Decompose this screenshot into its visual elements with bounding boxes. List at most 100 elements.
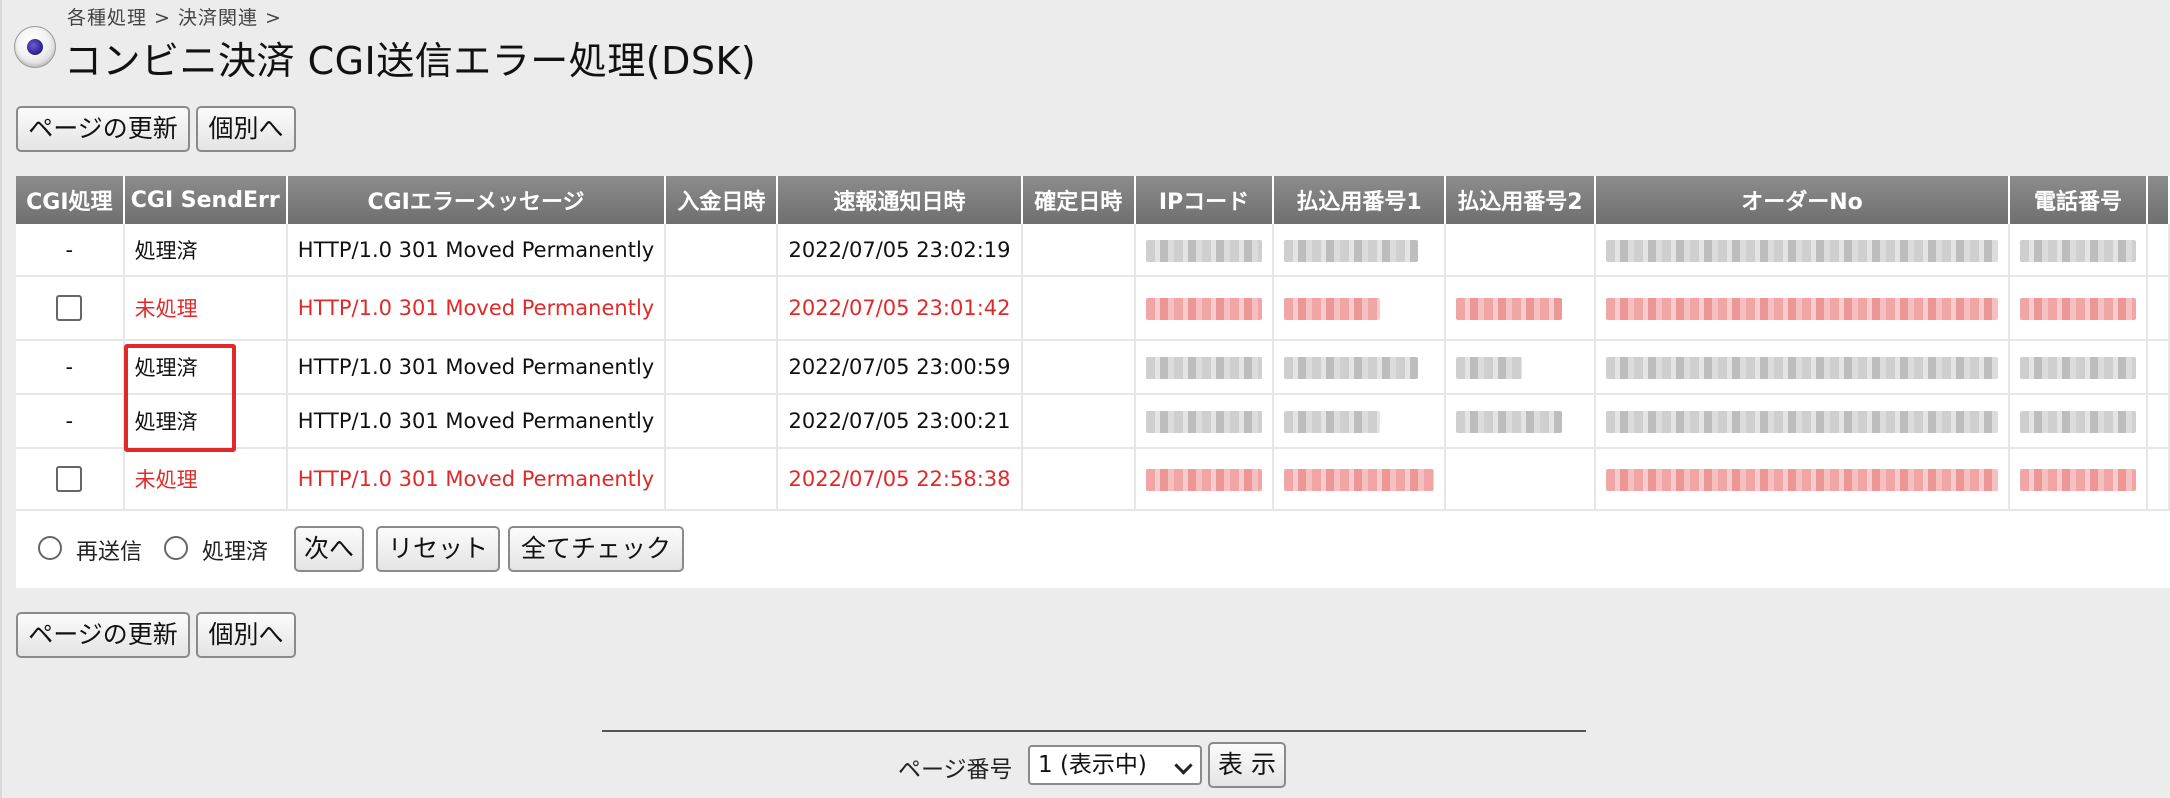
row-action: - [16, 394, 125, 449]
redacted-value [1283, 298, 1380, 320]
redacted-value [2019, 357, 2136, 379]
row-order-no [1594, 394, 2010, 449]
row-truncated [2146, 394, 2170, 449]
col-header-payment-number-1: 払込用番号1 [1272, 176, 1446, 224]
next-button[interactable]: 次へ [294, 526, 364, 572]
resend-radio[interactable] [38, 536, 62, 560]
redacted-value [1605, 469, 1998, 491]
row-confirm-date [1021, 340, 1136, 395]
redacted-value [2019, 239, 2136, 262]
row-truncated [2146, 276, 2170, 341]
table-header-row: CGI処理 CGI SendErr CGIエラーメッセージ 入金日時 速報通知日… [16, 176, 2170, 224]
row-message: HTTP/1.0 301 Moved Permanently [286, 340, 667, 395]
redacted-value [1605, 357, 1998, 379]
page-title: コンビニ決済 CGI送信エラー処理(DSK) [64, 39, 757, 83]
redacted-value [1283, 239, 1418, 262]
col-header-order-no: オーダーNo [1594, 176, 2010, 224]
row-phone [2008, 276, 2148, 341]
redacted-value [2019, 298, 2136, 320]
table-row: - 処理済 HTTP/1.0 301 Moved Permanently 202… [16, 340, 2170, 395]
table-row: 未処理 HTTP/1.0 301 Moved Permanently 2022/… [16, 448, 2170, 511]
error-table-panel: CGI処理 CGI SendErr CGIエラーメッセージ 入金日時 速報通知日… [16, 176, 2170, 588]
col-header-payment-date: 入金日時 [665, 176, 779, 224]
row-select-checkbox[interactable] [56, 466, 83, 492]
row-order-no [1594, 448, 2010, 511]
refresh-page-button-bottom[interactable]: ページの更新 [16, 612, 190, 658]
refresh-page-button[interactable]: ページの更新 [16, 106, 190, 152]
row-order-no [1594, 276, 2010, 341]
row-payment-date [665, 340, 779, 395]
row-notify-date: 2022/07/05 22:58:38 [777, 448, 1023, 511]
row-confirm-date [1021, 276, 1136, 341]
chevron-down-icon [1174, 756, 1193, 775]
title-bullet-icon [14, 26, 56, 68]
row-notify-date: 2022/07/05 23:00:21 [777, 394, 1023, 449]
row-notify-date: 2022/07/05 23:01:42 [777, 276, 1023, 341]
col-header-ip-code: IPコード [1134, 176, 1274, 224]
row-status: 未処理 [123, 448, 288, 511]
row-payment-number-1 [1272, 224, 1446, 277]
page-number-selected: 1 (表示中) [1038, 752, 1147, 778]
redacted-value [1455, 298, 1562, 320]
row-action [16, 448, 125, 511]
row-payment-number-2 [1444, 448, 1596, 511]
individual-button[interactable]: 個別へ [196, 106, 296, 152]
col-header-cgi-senderr: CGI SendErr [123, 176, 288, 224]
row-message: HTTP/1.0 301 Moved Permanently [286, 394, 667, 449]
frame-border [0, 0, 2, 798]
row-message: HTTP/1.0 301 Moved Permanently [286, 448, 667, 511]
pager-label: ページ番号 [898, 757, 1013, 783]
processed-radio[interactable] [164, 536, 188, 560]
table-row: 未処理 HTTP/1.0 301 Moved Permanently 2022/… [16, 276, 2170, 341]
redacted-value [1145, 469, 1262, 491]
col-header-phone: 電話番号 [2008, 176, 2148, 224]
check-all-button[interactable]: 全てチェック [508, 526, 684, 572]
redacted-value [1145, 298, 1262, 320]
row-ip-code [1134, 276, 1274, 341]
row-confirm-date [1021, 448, 1136, 511]
col-header-notify-date: 速報通知日時 [777, 176, 1023, 224]
reset-button[interactable]: リセット [376, 526, 500, 572]
row-payment-number-1 [1272, 276, 1446, 341]
redacted-value [1605, 239, 1998, 262]
highlight-annotation [124, 344, 236, 452]
row-notify-date: 2022/07/05 23:00:59 [777, 340, 1023, 395]
col-header-cgi-message: CGIエラーメッセージ [286, 176, 667, 224]
show-button[interactable]: 表 示 [1208, 742, 1286, 788]
redacted-value [1455, 411, 1562, 433]
row-truncated [2146, 448, 2170, 511]
table-row: - 処理済 HTTP/1.0 301 Moved Permanently 202… [16, 394, 2170, 449]
row-order-no [1594, 224, 2010, 277]
page-number-select[interactable]: 1 (表示中) [1028, 745, 1202, 785]
redacted-value [1145, 411, 1262, 433]
row-payment-date [665, 224, 779, 277]
row-confirm-date [1021, 394, 1136, 449]
redacted-value [2019, 411, 2136, 433]
redacted-value [1283, 357, 1418, 379]
row-ip-code [1134, 448, 1274, 511]
row-payment-number-2 [1444, 340, 1596, 395]
row-phone [2008, 340, 2148, 395]
row-select-checkbox[interactable] [56, 295, 83, 321]
row-action: - [16, 340, 125, 395]
breadcrumb: 各種処理 > 決済関連 > [67, 7, 282, 29]
table-row: - 処理済 HTTP/1.0 301 Moved Permanently 202… [16, 224, 2170, 277]
redacted-value [1283, 469, 1434, 491]
redacted-value [1605, 298, 1998, 320]
row-message: HTTP/1.0 301 Moved Permanently [286, 276, 667, 341]
row-confirm-date [1021, 224, 1136, 277]
individual-button-bottom[interactable]: 個別へ [196, 612, 296, 658]
error-table: CGI処理 CGI SendErr CGIエラーメッセージ 入金日時 速報通知日… [16, 176, 2170, 511]
redacted-value [1455, 357, 1522, 379]
row-payment-number-1 [1272, 448, 1446, 511]
row-phone [2008, 224, 2148, 277]
row-message: HTTP/1.0 301 Moved Permanently [286, 224, 667, 277]
resend-radio-label: 再送信 [76, 540, 143, 565]
row-ip-code [1134, 224, 1274, 277]
row-action [16, 276, 125, 341]
row-payment-number-2 [1444, 224, 1596, 277]
redacted-value [1145, 239, 1262, 262]
row-payment-date [665, 394, 779, 449]
row-payment-date [665, 276, 779, 341]
redacted-value [1145, 357, 1262, 379]
